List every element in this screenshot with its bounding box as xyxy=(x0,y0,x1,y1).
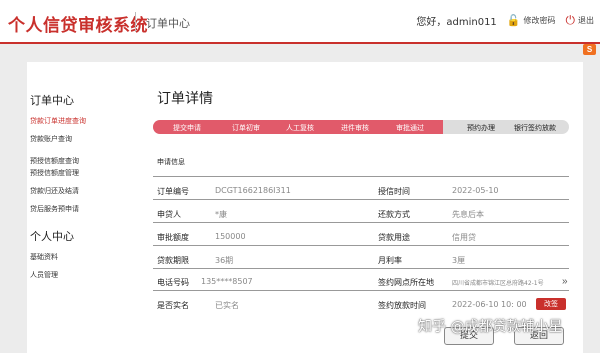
label-sign-time: 签约放款时间 xyxy=(378,301,426,310)
step-first-review: 订单初审 xyxy=(232,124,260,132)
label-loan-term: 贷款期限 xyxy=(157,256,189,265)
sidebar-item-basic-info[interactable]: 基础资料 xyxy=(30,252,130,262)
s-badge-icon[interactable]: S xyxy=(583,44,596,55)
sidebar: 订单中心 贷款订单进度查询 贷款账户查询 预授信额度查询 预授信额度管理 贷款归… xyxy=(30,92,130,288)
detail-row: 是否实名 已实名 签约放款时间 2022-06-10 10: 00 xyxy=(153,294,569,314)
sidebar-item-account-query[interactable]: 贷款账户查询 xyxy=(30,134,130,144)
value-repay-method: 先息后本 xyxy=(452,210,484,219)
label-realname: 是否实名 xyxy=(157,301,189,310)
info-section-title: 申请信息 xyxy=(157,158,185,166)
label-credit-time: 授信时间 xyxy=(378,187,410,196)
value-approved-amount: 150000 xyxy=(215,232,246,241)
sidebar-item-preauth-query[interactable]: 预授信额度查询 xyxy=(30,156,130,166)
value-phone: 135****8507 xyxy=(201,277,253,286)
row-divider xyxy=(153,199,569,200)
label-order-no: 订单编号 xyxy=(157,187,189,196)
detail-row: 审批额度 150000 贷款用途 信用贷 xyxy=(153,226,569,246)
change-password-link[interactable]: 修改密码 xyxy=(524,15,556,26)
sidebar-section-order: 订单中心 xyxy=(30,94,74,107)
sidebar-section-personal: 个人中心 xyxy=(30,230,74,243)
watermark: 知乎 @成都贷款辅小星 xyxy=(418,319,563,335)
label-sign-location: 签约网点所在地 xyxy=(378,278,434,287)
info-divider xyxy=(153,176,569,177)
value-applicant: *康 xyxy=(215,210,227,219)
header-divider xyxy=(135,12,136,32)
chevron-right-icon[interactable]: » xyxy=(562,276,568,287)
reschedule-button[interactable]: 改签 xyxy=(536,298,566,310)
row-divider xyxy=(153,245,569,246)
value-credit-time: 2022-05-10 xyxy=(452,186,499,195)
label-applicant: 申贷人 xyxy=(157,210,181,219)
page-title: 订单详情 xyxy=(157,91,213,107)
row-divider xyxy=(153,268,569,269)
header-breadcrumb: 订单中心 xyxy=(146,17,190,30)
value-sign-time: 2022-06-10 10: 00 xyxy=(452,300,527,309)
label-loan-purpose: 贷款用途 xyxy=(378,233,410,242)
label-approved-amount: 审批额度 xyxy=(157,233,189,242)
step-approved: 审批通过 xyxy=(396,124,424,132)
step-appointment: 预约办理 xyxy=(467,124,495,132)
sidebar-item-post-loan[interactable]: 贷后服务预申请 xyxy=(30,204,130,214)
step-intake-review: 进件审核 xyxy=(341,124,369,132)
sidebar-item-repay-settle[interactable]: 贷款归还及结清 xyxy=(30,186,130,196)
lock-icon[interactable]: 🔓 xyxy=(507,14,521,27)
step-submit: 提交申请 xyxy=(173,124,201,132)
power-icon[interactable]: ⏻ xyxy=(566,13,576,28)
sidebar-item-staff[interactable]: 人员管理 xyxy=(30,270,130,280)
detail-row: 申贷人 *康 还款方式 先息后本 xyxy=(153,203,569,223)
sidebar-item-preauth-manage[interactable]: 预授信额度管理 xyxy=(30,168,130,178)
header-bar: 个人信贷审核系统 订单中心 您好，admin011 🔓 修改密码 ⏻ 退出 xyxy=(0,0,600,44)
value-sign-location: 四川省成都市锦江区总府路42-1号 xyxy=(452,280,544,287)
value-loan-purpose: 信用贷 xyxy=(452,233,476,242)
label-phone: 电话号码 xyxy=(157,278,189,287)
detail-row: 订单编号 DCGT1662186I311 授信时间 2022-05-10 xyxy=(153,180,569,200)
value-monthly-rate: 3厘 xyxy=(452,256,466,265)
detail-row: 电话号码 135****8507 签约网点所在地 四川省成都市锦江区总府路42-… xyxy=(153,271,569,291)
header-user-area: 您好，admin011 🔓 修改密码 ⏻ 退出 xyxy=(416,13,594,28)
step-bank-sign: 银行签约放款 xyxy=(514,124,556,132)
value-realname: 已实名 xyxy=(215,301,239,310)
app-logo: 个人信贷审核系统 xyxy=(8,16,148,36)
progress-steps: 提交申请 订单初审 人工复核 进件审核 审批通过 预约办理 银行签约放款 xyxy=(153,120,569,134)
value-loan-term: 36期 xyxy=(215,256,234,265)
row-divider xyxy=(153,290,569,291)
sidebar-item-order-progress[interactable]: 贷款订单进度查询 xyxy=(30,116,130,126)
user-greeting: 您好，admin011 xyxy=(416,17,497,28)
logout-link[interactable]: 退出 xyxy=(578,15,594,26)
label-repay-method: 还款方式 xyxy=(378,210,410,219)
step-manual-review: 人工复核 xyxy=(286,124,314,132)
label-monthly-rate: 月利率 xyxy=(378,256,402,265)
detail-row: 贷款期限 36期 月利率 3厘 xyxy=(153,249,569,269)
row-divider xyxy=(153,222,569,223)
value-order-no: DCGT1662186I311 xyxy=(215,186,291,195)
